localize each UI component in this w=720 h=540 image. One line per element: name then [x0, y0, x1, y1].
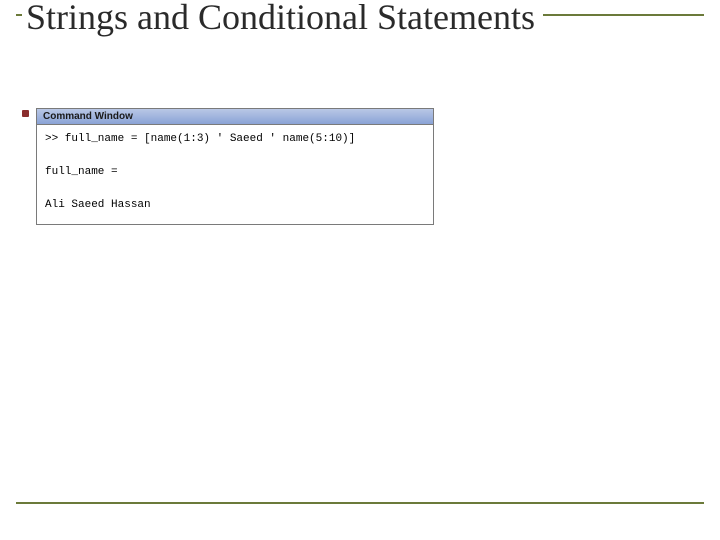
slide: Strings and Conditional Statements Comma…: [0, 0, 720, 540]
bottom-divider: [16, 502, 704, 504]
command-window: Command Window >> full_name = [name(1:3)…: [36, 108, 434, 225]
code-line: Ali Saeed Hassan: [45, 199, 151, 211]
code-line: full_name =: [45, 166, 118, 178]
bullet-icon: [22, 110, 29, 117]
page-title: Strings and Conditional Statements: [22, 0, 543, 38]
code-line: >> full_name = [name(1:3) ' Saeed ' name…: [45, 133, 355, 145]
command-window-titlebar: Command Window: [37, 109, 433, 125]
command-window-body: >> full_name = [name(1:3) ' Saeed ' name…: [37, 125, 433, 224]
title-area: Strings and Conditional Statements: [16, 14, 704, 56]
